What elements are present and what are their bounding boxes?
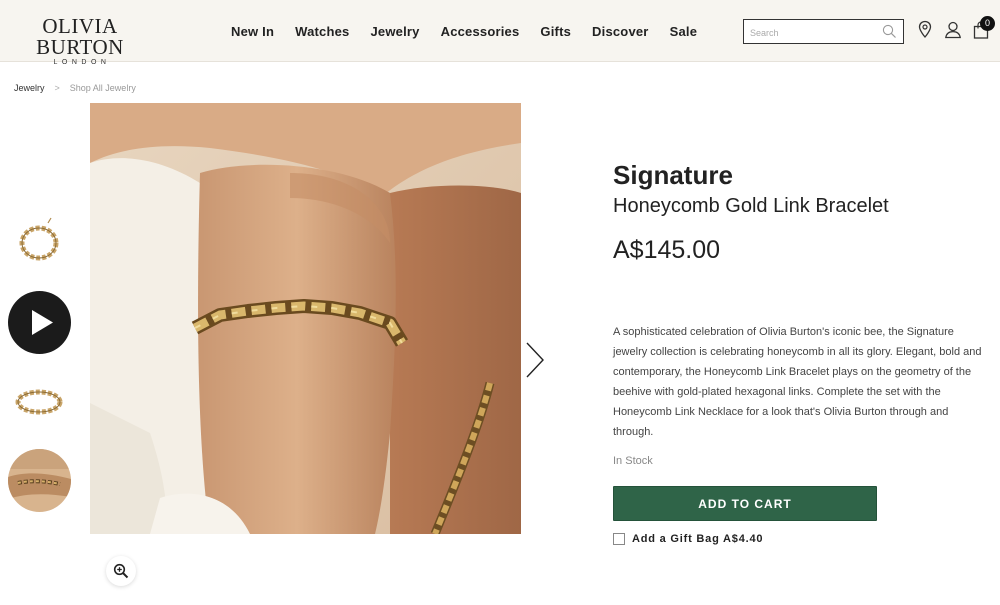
- product-title: Honeycomb Gold Link Bracelet: [613, 195, 889, 217]
- user-icon[interactable]: [944, 20, 962, 40]
- next-image-arrow-icon[interactable]: [524, 340, 546, 380]
- site-header: OLIVIA BURTON LONDON New In Watches Jewe…: [0, 0, 1000, 66]
- play-icon: [32, 310, 53, 335]
- product-collection: Signature: [613, 160, 733, 190]
- breadcrumb-current[interactable]: Shop All Jewelry: [70, 83, 136, 93]
- nav-watches[interactable]: Watches: [295, 24, 349, 40]
- zoom-button[interactable]: [106, 556, 136, 586]
- zoom-in-icon: [113, 563, 129, 579]
- gift-bag-option[interactable]: Add a Gift Bag A$4.40: [613, 533, 763, 545]
- breadcrumb-parent-link[interactable]: Jewelry: [14, 83, 45, 93]
- main-product-image[interactable]: [90, 103, 521, 534]
- thumbnail-bracelet-1[interactable]: [8, 210, 71, 273]
- search-icon[interactable]: [882, 24, 897, 39]
- product-description: A sophisticated celebration of Olivia Bu…: [613, 326, 982, 438]
- brand-name: OLIVIA BURTON: [36, 14, 124, 59]
- nav-sale[interactable]: Sale: [670, 24, 698, 40]
- cart-count-badge[interactable]: 0: [980, 16, 995, 31]
- thumbnail-bracelet-2[interactable]: [8, 370, 71, 433]
- search-box: [743, 19, 904, 44]
- nav-jewelry[interactable]: Jewelry: [371, 24, 420, 40]
- main-nav: New In Watches Jewelry Accessories Gifts…: [231, 24, 718, 40]
- search-input[interactable]: [750, 26, 875, 40]
- product-price: A$145.00: [613, 236, 721, 264]
- thumbnail-video[interactable]: [8, 291, 71, 354]
- nav-gifts[interactable]: Gifts: [540, 24, 571, 40]
- brand-sub: LONDON: [53, 59, 111, 66]
- location-pin-icon[interactable]: [916, 20, 934, 40]
- stock-status: In Stock: [613, 455, 653, 467]
- nav-discover[interactable]: Discover: [592, 24, 649, 40]
- gift-bag-checkbox[interactable]: [613, 533, 625, 545]
- brand-logo[interactable]: OLIVIA BURTON LONDON: [10, 14, 150, 67]
- add-to-cart-button[interactable]: ADD TO CART: [613, 486, 877, 521]
- nav-new-in[interactable]: New In: [231, 24, 274, 40]
- breadcrumb-separator: >: [54, 83, 60, 93]
- thumbnail-wrist-model[interactable]: [8, 449, 71, 512]
- breadcrumb: Jewelry > Shop All Jewelry: [14, 83, 136, 93]
- nav-accessories[interactable]: Accessories: [441, 24, 520, 40]
- gift-bag-label: Add a Gift Bag A$4.40: [632, 533, 764, 545]
